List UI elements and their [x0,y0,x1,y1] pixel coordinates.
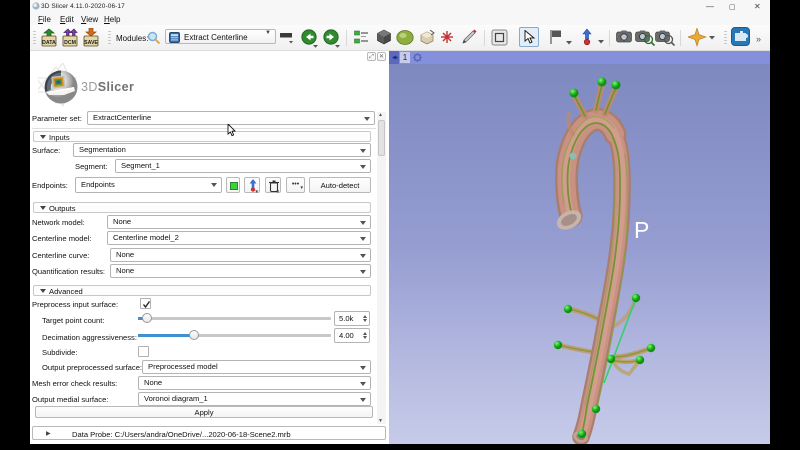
svg-text:P: P [634,217,649,243]
svg-text:DATA: DATA [42,40,56,46]
svg-text:3DSlicer: 3DSlicer [81,80,134,94]
svg-text:DCM: DCM [64,40,76,46]
svg-text:SAVE: SAVE [84,40,98,46]
